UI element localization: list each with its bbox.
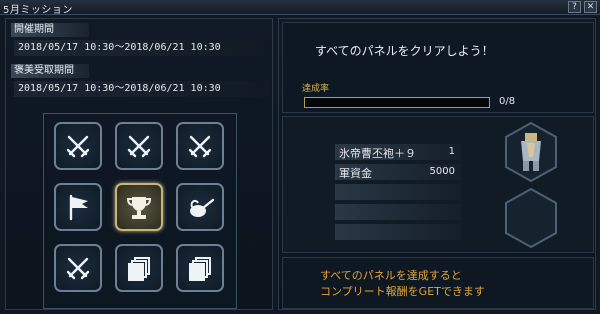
reward-row: 氷帝曹丕袍＋９ 1 — [335, 144, 461, 160]
objective-section: すべてのパネルをクリアしよう！ 達成率 0/8 — [282, 22, 594, 113]
completion-note: すべてのパネルを達成すると コンプリート報酬をGETできます — [282, 257, 594, 309]
event-period-value: 2018/05/17 10:30～2018/06/21 10:30 — [14, 40, 270, 56]
mission-panel-7[interactable] — [54, 244, 102, 292]
mission-panel-1[interactable] — [54, 122, 102, 170]
reward-name: 軍資金 — [339, 167, 372, 180]
completion-note-line-2: コンプリート報酬をGETできます — [320, 285, 485, 298]
reward-row: 軍資金 5000 — [335, 164, 461, 180]
window-title: 5月ミッション — [3, 5, 73, 16]
cards-icon — [128, 257, 150, 281]
mission-detail-panel: すべてのパネルをクリアしよう！ 達成率 0/8 氷帝曹丕袍＋９ 1 軍資金 50… — [278, 18, 596, 310]
mission-panel-5[interactable] — [115, 183, 163, 231]
crossed-swords-icon — [66, 135, 90, 158]
mission-panel-grid — [43, 113, 237, 309]
reward-period-value: 2018/05/17 10:30～2018/06/21 10:30 — [14, 81, 270, 97]
flag-icon — [69, 194, 88, 221]
reward-name: 氷帝曹丕袍＋９ — [339, 147, 416, 160]
reward-quantity: 5000 — [429, 166, 455, 177]
trophy-icon — [126, 197, 152, 219]
reward-item-slot-empty[interactable] — [505, 187, 557, 249]
progress-bar — [304, 97, 490, 108]
mission-panel-2[interactable] — [115, 122, 163, 170]
mission-panel-6[interactable] — [176, 183, 224, 231]
completion-note-line-1: すべてのパネルを達成すると — [320, 269, 462, 282]
crossed-swords-icon — [127, 135, 151, 158]
mission-panel-3[interactable] — [176, 122, 224, 170]
mission-panel-4[interactable] — [54, 183, 102, 231]
close-button[interactable]: ✕ — [584, 1, 597, 13]
reward-item-slots — [505, 121, 557, 249]
watering-can-icon — [190, 198, 215, 217]
progress-count: 0/8 — [499, 96, 516, 107]
help-button[interactable]: ? — [568, 1, 581, 13]
title-bar: 5月ミッション ? ✕ — [0, 0, 600, 16]
reward-row — [335, 184, 461, 200]
reward-row — [335, 204, 461, 220]
progress-label: 達成率 — [302, 84, 330, 94]
reward-section: 氷帝曹丕袍＋９ 1 軍資金 5000 — [282, 116, 594, 253]
cards-icon — [189, 257, 211, 281]
mission-info-panel: 開催期間 2018/05/17 10:30～2018/06/21 10:30 褒… — [5, 18, 273, 310]
objective-text: すべてのパネルをクリアしよう！ — [315, 44, 494, 58]
reward-period-label: 褒美受取期間 — [11, 64, 89, 78]
mission-panel-8[interactable] — [115, 244, 163, 292]
crossed-swords-icon — [188, 135, 212, 158]
crossed-swords-icon — [66, 257, 90, 280]
reward-quantity: 1 — [448, 146, 455, 157]
reward-row — [335, 224, 461, 240]
event-period-label: 開催期間 — [11, 23, 89, 37]
mission-panel-9[interactable] — [176, 244, 224, 292]
